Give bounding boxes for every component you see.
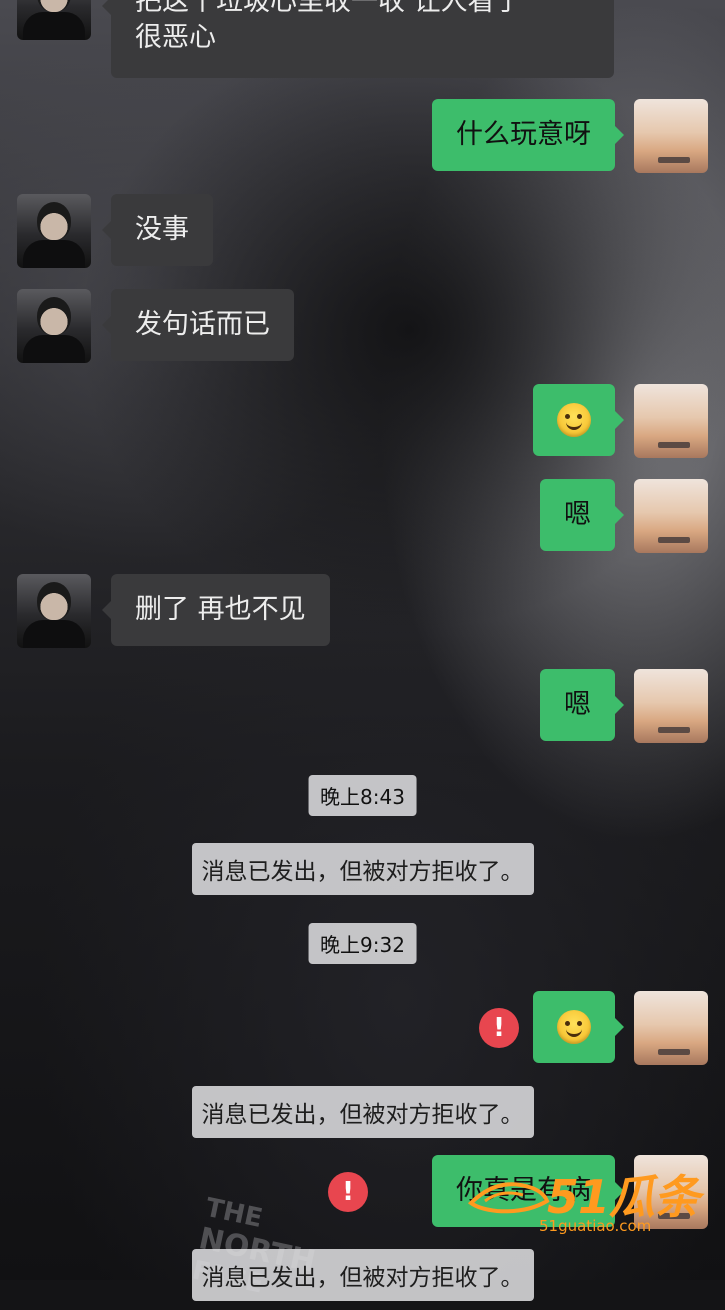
my-avatar[interactable] [634, 991, 708, 1065]
my-avatar[interactable] [634, 384, 708, 458]
send-failed-icon[interactable]: ! [479, 1008, 519, 1048]
message-bubble[interactable]: 删了 再也不见 [102, 574, 330, 646]
timestamp: 晚上9:32 [308, 923, 417, 964]
send-failed-icon[interactable]: ! [328, 1172, 368, 1212]
my-avatar[interactable] [634, 669, 708, 743]
contact-avatar[interactable] [17, 574, 91, 648]
contact-avatar[interactable] [17, 194, 91, 268]
system-message: 消息已发出，但被对方拒收了。 [191, 843, 534, 895]
my-avatar[interactable] [634, 99, 708, 173]
message-bubble[interactable]: 嗯 [540, 669, 624, 741]
system-message: 消息已发出，但被对方拒收了。 [191, 1086, 534, 1138]
message-bubble[interactable]: 把这个垃圾心里收一收 让人看了 很恶心 [102, 0, 614, 78]
contact-avatar[interactable] [17, 0, 91, 40]
message-bubble[interactable] [533, 384, 624, 456]
system-message: 消息已发出，但被对方拒收了。 [191, 1249, 534, 1301]
message-bubble[interactable]: 没事 [102, 194, 213, 266]
message-bubble[interactable]: 什么玩意呀 [432, 99, 624, 171]
message-bubble[interactable] [533, 991, 624, 1063]
timestamp: 晚上8:43 [308, 775, 417, 816]
my-avatar[interactable] [634, 479, 708, 553]
message-bubble[interactable]: 发句话而已 [102, 289, 294, 361]
watermark-url: 51guatiao.com [539, 1217, 652, 1235]
message-bubble[interactable]: 嗯 [540, 479, 624, 551]
smile-emoji-icon [557, 1010, 591, 1044]
smile-emoji-icon [557, 403, 591, 437]
watermark: 51瓜条 51guatiao.com [467, 1165, 700, 1245]
contact-avatar[interactable] [17, 289, 91, 363]
watermark-logo-icon [467, 1182, 550, 1214]
